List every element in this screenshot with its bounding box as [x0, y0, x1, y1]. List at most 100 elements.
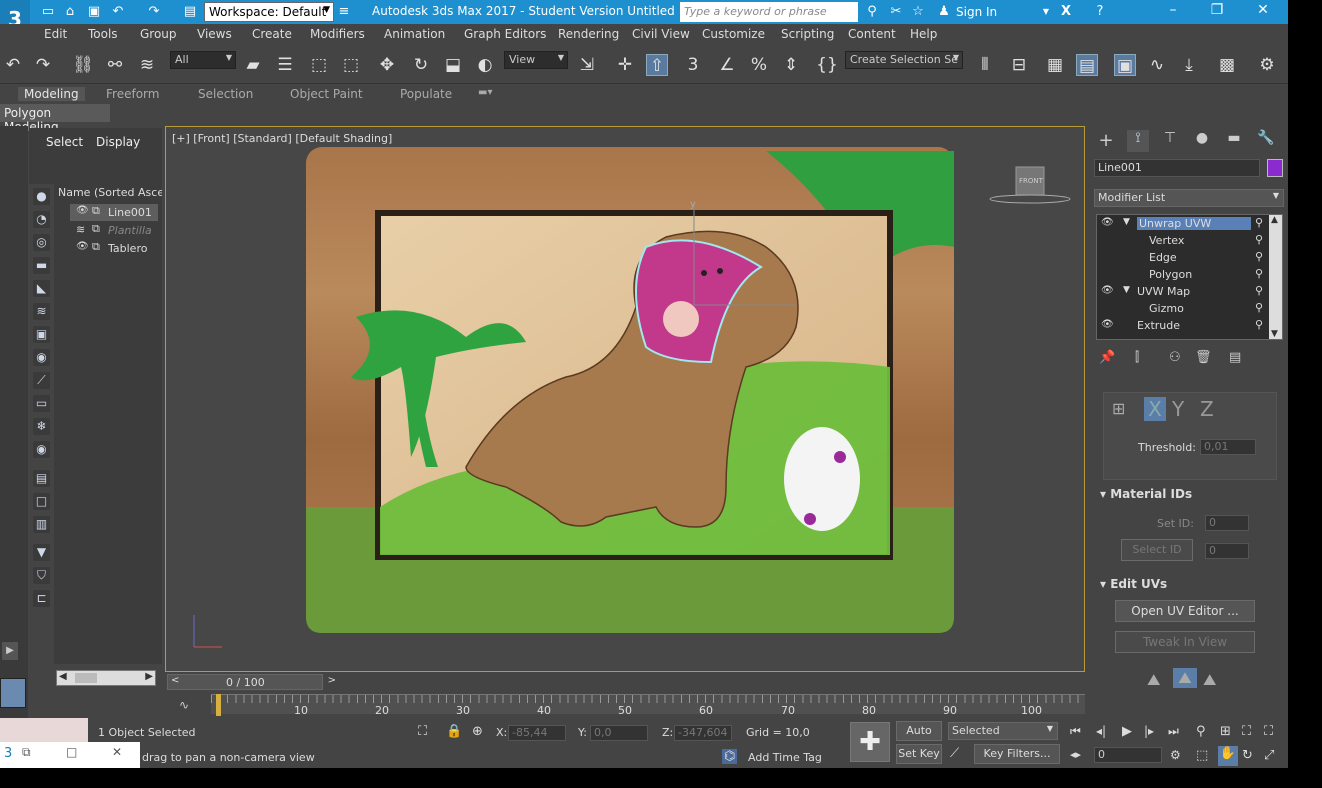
edit-uvs-rollout[interactable]: ▾ Edit UVs: [1100, 577, 1278, 591]
pivot-icon[interactable]: ⇲: [576, 54, 598, 76]
zoom-extents-all-icon[interactable]: ⛶: [1264, 724, 1273, 739]
help-icon[interactable]: ?: [1092, 4, 1108, 20]
tab-populate[interactable]: Populate: [400, 87, 452, 101]
stack-item-unwrap-uvw[interactable]: 👁 ▼ Unwrap UVW ⚲: [1097, 216, 1269, 233]
percent-snap-icon[interactable]: %: [748, 54, 770, 76]
axis-y-button[interactable]: Y: [1172, 397, 1184, 421]
display-tab-icon[interactable]: ▬: [1223, 130, 1245, 152]
chevron-down-icon[interactable]: ▼: [1038, 4, 1054, 20]
workspace-combo[interactable]: Workspace: Default ▼: [204, 2, 334, 22]
menu-create[interactable]: Create: [252, 27, 292, 41]
list-item[interactable]: ≋ ⧉ Plantilla: [70, 222, 158, 239]
modify-tab-icon[interactable]: ⟟: [1127, 130, 1149, 152]
menu-modifiers[interactable]: Modifiers: [310, 27, 365, 41]
filter-shapes-icon[interactable]: ◔: [33, 211, 50, 228]
auto-key-button[interactable]: Auto Key: [896, 721, 942, 755]
axis-x-button[interactable]: X: [1144, 397, 1166, 421]
menu-edit[interactable]: Edit: [44, 27, 67, 41]
grid-select-icon[interactable]: ⊞: [1112, 399, 1125, 418]
tab-modeling[interactable]: Modeling: [18, 87, 85, 101]
signin-button[interactable]: Sign In: [956, 5, 997, 19]
close-button[interactable]: ✕: [1248, 2, 1278, 22]
horizontal-scrollbar[interactable]: ◀ ▶: [56, 670, 156, 686]
stack-item-extrude[interactable]: 👁 Extrude ⚲: [1097, 318, 1269, 335]
stack-scrollbar[interactable]: ▲ ▼: [1269, 215, 1282, 339]
menu-help[interactable]: Help: [910, 27, 937, 41]
filter-groups-icon[interactable]: ▣: [33, 326, 50, 343]
render-setup-icon[interactable]: ⚙: [1256, 54, 1278, 76]
scroll-left-icon[interactable]: ◀: [59, 671, 67, 682]
curve-editor-toggle-icon[interactable]: ∿: [179, 698, 189, 712]
scene-explorer-icon[interactable]: ▦: [1044, 54, 1066, 76]
maxscript-listener[interactable]: [0, 718, 88, 742]
menu-views[interactable]: Views: [197, 27, 232, 41]
menu-content[interactable]: Content: [848, 27, 896, 41]
maximize-icon[interactable]: □: [66, 745, 77, 759]
collapse-icon[interactable]: ▼: [1123, 285, 1130, 295]
goto-end-icon[interactable]: ⏭: [1168, 724, 1179, 739]
select-children-icon[interactable]: ▼: [33, 544, 50, 561]
eye-icon[interactable]: 👁: [1101, 285, 1114, 296]
filter-bones-icon[interactable]: ⟋: [33, 372, 50, 389]
prev-frame-icon[interactable]: <: [171, 675, 179, 686]
pan-icon[interactable]: ✋: [1218, 746, 1238, 766]
display-invert-icon[interactable]: ▥: [33, 516, 50, 533]
pin-icon[interactable]: ⚲: [1255, 318, 1263, 331]
time-config-icon[interactable]: ⚙: [1170, 748, 1181, 762]
prev-frame-icon[interactable]: ◂|: [1096, 724, 1106, 738]
layers-icon[interactable]: ≋: [76, 223, 85, 236]
filter-frozen-icon[interactable]: ❄: [33, 418, 50, 435]
redo-icon[interactable]: ↷: [146, 4, 162, 20]
snap-icon[interactable]: 3: [682, 54, 704, 76]
pin-icon[interactable]: ⚲: [1255, 284, 1263, 297]
ribbon-toggle-icon[interactable]: ▣: [1114, 54, 1136, 76]
menu-tools[interactable]: Tools: [88, 27, 118, 41]
goto-start-icon[interactable]: ⏮: [1070, 724, 1081, 739]
x-exchange-icon[interactable]: X: [1058, 4, 1074, 20]
mirror-icon[interactable]: ⫴: [974, 54, 996, 76]
star-icon[interactable]: ☆: [910, 4, 926, 20]
tab-object-paint[interactable]: Object Paint: [290, 87, 363, 101]
undo-icon[interactable]: ↶: [110, 4, 126, 20]
motion-tab-icon[interactable]: ●: [1191, 130, 1213, 152]
tab-selection[interactable]: Selection: [198, 87, 253, 101]
time-tag-icon[interactable]: ⌬: [722, 749, 738, 764]
undo-icon[interactable]: ↶: [2, 54, 24, 76]
minimize-button[interactable]: –: [1158, 2, 1188, 22]
pin-icon[interactable]: ⚲: [1255, 267, 1263, 280]
eye-icon[interactable]: 👁: [1101, 319, 1114, 330]
ribbon-subtab-polygon-modeling[interactable]: Polygon Modeling: [0, 104, 110, 134]
scroll-right-icon[interactable]: ▶: [145, 671, 153, 682]
list-item[interactable]: 👁 ⧉ Line001: [70, 204, 158, 221]
viewport-front[interactable]: [+] [Front] [Standard] [Default Shading]: [165, 126, 1085, 672]
create-tab-icon[interactable]: +: [1095, 130, 1117, 152]
filter-lights-icon[interactable]: ◎: [33, 234, 50, 251]
expand-arrow-icon[interactable]: ▶: [2, 642, 18, 660]
x-coordinate[interactable]: -85,44: [508, 725, 566, 741]
show-end-result-icon[interactable]: ⫿: [1135, 350, 1139, 365]
tools-icon[interactable]: ✂: [888, 4, 904, 20]
peel-active-icon[interactable]: ⛰: [1173, 668, 1197, 688]
time-slider[interactable]: < 0 / 100 >: [167, 674, 336, 690]
z-coordinate[interactable]: -347,604: [674, 725, 732, 741]
filter-xrefs-icon[interactable]: ◉: [33, 349, 50, 366]
pin-icon[interactable]: ⚲: [1255, 250, 1263, 263]
menu-civil-view[interactable]: Civil View: [632, 27, 690, 41]
time-marker[interactable]: [216, 694, 221, 716]
window-crossing-icon[interactable]: ⬚: [340, 54, 362, 76]
add-time-tag[interactable]: Add Time Tag: [748, 751, 822, 764]
maximize-button[interactable]: ❐: [1202, 2, 1232, 22]
set-key-large-icon[interactable]: ✚: [850, 722, 890, 762]
move-icon[interactable]: ✥: [376, 54, 398, 76]
current-frame-field[interactable]: 0: [1094, 747, 1162, 763]
pin-icon[interactable]: ⚲: [1255, 301, 1263, 314]
scene-tab-select[interactable]: Select: [46, 135, 83, 149]
peel-icon[interactable]: ⛰: [1147, 670, 1160, 690]
keyboard-shortcut-icon[interactable]: ⇧: [646, 54, 668, 76]
modifier-list-combo[interactable]: Modifier List ▼: [1094, 189, 1284, 207]
zoom-all-icon[interactable]: ⊞: [1220, 724, 1231, 739]
pin-icon[interactable]: ⚲: [1255, 233, 1263, 246]
key-filters-button[interactable]: Key Filters...: [974, 744, 1060, 764]
filter-geometry-icon[interactable]: ●: [33, 188, 50, 205]
scroll-down-icon[interactable]: ▼: [1271, 329, 1278, 339]
